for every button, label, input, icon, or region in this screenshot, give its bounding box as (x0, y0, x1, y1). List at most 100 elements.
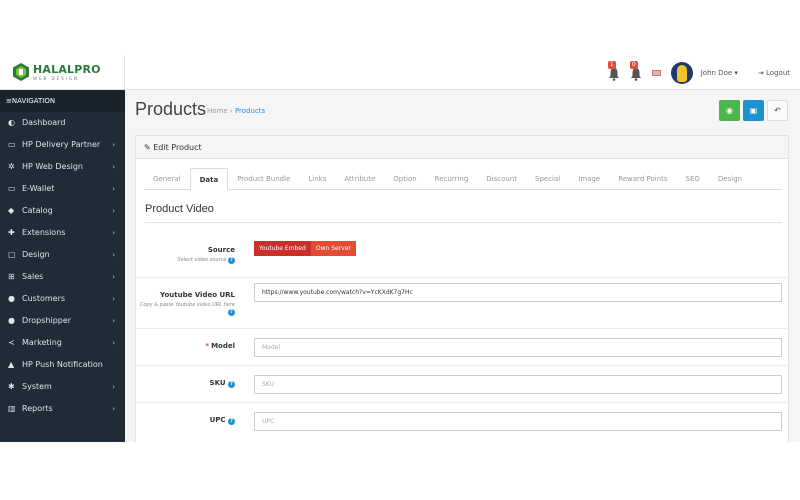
logo-text: HALALPRO (33, 63, 101, 76)
model-label: * Model (205, 342, 235, 350)
top-header: HALALPRO WEB DESIGN 1 0 John Doe ▾ ⇥ Log… (0, 55, 800, 90)
gear-icon: ✱ (8, 382, 15, 391)
sidebar-item-customers[interactable]: ● Customers › (0, 288, 125, 310)
chevron-right-icon: › (112, 229, 115, 237)
own-server-button[interactable]: Own Server (310, 241, 356, 256)
upc-input[interactable]: UPC (254, 412, 782, 431)
chevron-right-icon: › (112, 251, 115, 259)
language-flag-icon[interactable] (651, 69, 661, 76)
form-row-source: Source Select video source ? Youtube Emb… (136, 234, 790, 278)
sidebar-item-marketing[interactable]: ≺ Marketing › (0, 332, 125, 354)
form-row-model: * Model Model (136, 330, 790, 366)
tag-icon: ◆ (8, 206, 15, 215)
reply-icon: ↶ (774, 106, 781, 115)
youtube-embed-button[interactable]: Youtube Embed (254, 241, 311, 256)
model-input[interactable]: Model (254, 338, 782, 357)
puzzle-icon: ✚ (8, 228, 15, 237)
sidebar-item-dashboard[interactable]: ◐ Dashboard (0, 112, 125, 134)
source-toggle: Youtube Embed Own Server (254, 241, 356, 256)
tab-attribute[interactable]: Attribute (335, 168, 384, 189)
breadcrumb-separator: › (229, 107, 233, 115)
bell-icon (608, 67, 619, 81)
sku-input[interactable]: SKU (254, 375, 782, 394)
form-row-sku: SKU ? SKU (136, 367, 790, 403)
page-title: Products (135, 99, 207, 119)
page-actions: ◉ ▣ ↶ (716, 100, 788, 121)
sidebar-item-system[interactable]: ✱ System › (0, 376, 125, 398)
sidebar-item-e-wallet[interactable]: ▭ E-Wallet › (0, 178, 125, 200)
sidebar-item-catalog[interactable]: ◆ Catalog › (0, 200, 125, 222)
sidebar-item-dropshipper[interactable]: ● Dropshipper › (0, 310, 125, 332)
bell-icon: ▲ (8, 360, 15, 369)
logout-icon: ⇥ (757, 68, 764, 77)
eye-icon: ◉ (726, 106, 733, 115)
tab-image[interactable]: Image (569, 168, 609, 189)
tab-data[interactable]: Data (189, 168, 229, 191)
save-icon: ▣ (749, 106, 758, 115)
edit-product-panel: ✎ Edit Product General Data Product Bund… (135, 135, 790, 442)
tab-general[interactable]: General (144, 168, 190, 189)
back-button[interactable]: ↶ (767, 100, 788, 121)
section-divider (145, 222, 782, 223)
youtube-url-input[interactable]: https://www.youtube.com/watch?v=YcKXdK7g… (254, 283, 782, 302)
tab-reward-points[interactable]: Reward Points (609, 168, 676, 189)
chevron-right-icon: › (112, 317, 115, 325)
breadcrumb: Home › Products (207, 107, 265, 115)
preview-button[interactable]: ◉ (719, 100, 740, 121)
breadcrumb-home[interactable]: Home (207, 107, 228, 115)
logo-subtitle: WEB DESIGN (33, 76, 79, 81)
sidebar-item-reports[interactable]: ▥ Reports › (0, 398, 125, 420)
notification-badge: 1 (607, 60, 616, 69)
tab-option[interactable]: Option (384, 168, 425, 189)
sidebar-item-sales[interactable]: ⊞ Sales › (0, 266, 125, 288)
sidebar: ≡NAVIGATION ◐ Dashboard ▭ HP Delivery Part… (0, 90, 125, 442)
cart-icon: ⊞ (8, 272, 15, 281)
required-mark: * (205, 342, 210, 350)
tab-links[interactable]: Links (299, 168, 335, 189)
card-icon: ▭ (8, 140, 16, 149)
sidebar-item-design[interactable]: ▢ Design › (0, 244, 125, 266)
logout-link[interactable]: ⇥ Logout (758, 69, 790, 77)
bell-icon (630, 67, 641, 81)
chart-icon: ▥ (8, 404, 16, 413)
share-icon: ≺ (8, 338, 15, 347)
help-icon[interactable]: ? (228, 257, 235, 264)
save-button[interactable]: ▣ (743, 100, 764, 121)
user-menu[interactable]: John Doe ▾ (701, 69, 738, 77)
sidebar-item-hp-push-notification[interactable]: ▲ HP Push Notification (0, 354, 125, 376)
chevron-right-icon: › (112, 185, 115, 193)
users-icon: ● (8, 316, 15, 325)
avatar[interactable] (670, 61, 693, 84)
tab-discount[interactable]: Discount (477, 168, 526, 189)
wallet-icon: ▭ (8, 184, 16, 193)
sidebar-item-hp-delivery-partner[interactable]: ▭ HP Delivery Partner › (0, 134, 125, 156)
panel-heading: ✎ Edit Product (136, 136, 788, 159)
chevron-right-icon: › (112, 141, 115, 149)
tab-design[interactable]: Design (709, 168, 751, 189)
sidebar-item-hp-web-design[interactable]: ✲ HP Web Design › (0, 156, 125, 178)
chevron-right-icon: › (112, 383, 115, 391)
notification-badge: 0 (629, 60, 638, 69)
navigation-title: ≡NAVIGATION (0, 90, 125, 112)
form-row-youtube-url: Youtube Video URL Copy & paste Youtube v… (136, 279, 790, 329)
chevron-right-icon: › (112, 273, 115, 281)
logo[interactable]: HALALPRO WEB DESIGN (0, 55, 125, 90)
breadcrumb-current[interactable]: Products (235, 107, 265, 115)
section-title: Product Video (145, 203, 214, 215)
source-help: Select video source ? (135, 257, 235, 264)
source-label: Source (207, 246, 235, 254)
notification-bell-1[interactable]: 1 (607, 60, 620, 81)
sku-label: SKU ? (210, 379, 235, 388)
tab-special[interactable]: Special (526, 168, 569, 189)
sidebar-item-extensions[interactable]: ✚ Extensions › (0, 222, 125, 244)
header-actions: 1 0 John Doe ▾ ⇥ Logout (607, 55, 790, 90)
tab-recurring[interactable]: Recurring (426, 168, 478, 189)
chevron-right-icon: › (112, 207, 115, 215)
tab-product-bundle[interactable]: Product Bundle (228, 168, 299, 189)
help-icon[interactable]: ? (228, 381, 235, 388)
tab-seo[interactable]: SEO (677, 168, 709, 189)
logo-mark-icon (13, 63, 29, 81)
notification-bell-2[interactable]: 0 (629, 60, 642, 81)
help-icon[interactable]: ? (228, 309, 235, 316)
help-icon[interactable]: ? (228, 418, 235, 425)
